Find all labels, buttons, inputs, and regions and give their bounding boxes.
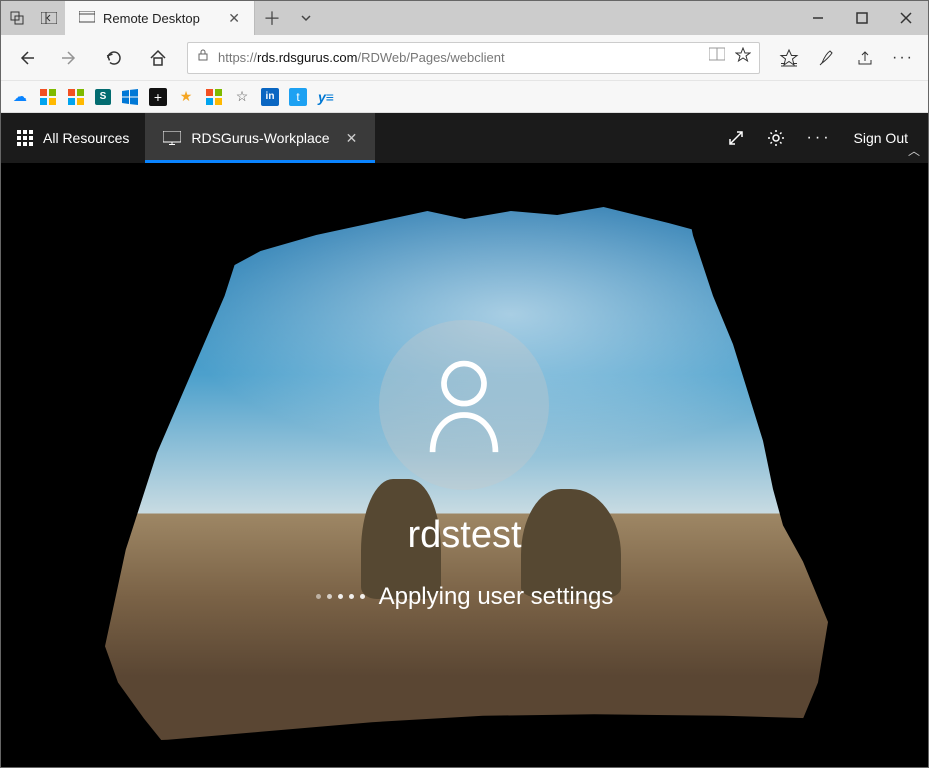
sharepoint-icon[interactable]: S bbox=[95, 89, 111, 105]
close-tab-icon[interactable]: ✕ bbox=[228, 10, 240, 27]
linkedin-icon[interactable]: in bbox=[261, 88, 279, 106]
set-aside-tabs-icon[interactable] bbox=[33, 1, 65, 35]
back-button[interactable] bbox=[7, 43, 45, 73]
app-icon bbox=[79, 10, 95, 26]
more-icon[interactable]: ··· bbox=[884, 43, 922, 73]
home-button[interactable] bbox=[139, 43, 177, 73]
active-session-label: RDSGurus-Workplace bbox=[191, 130, 329, 146]
favorite-star-icon[interactable] bbox=[735, 47, 751, 68]
all-resources-label: All Resources bbox=[43, 130, 129, 146]
forward-button[interactable] bbox=[51, 43, 89, 73]
address-bar-text: https://rds.rdsgurus.com/RDWeb/Pages/web… bbox=[218, 50, 505, 65]
twitter-icon[interactable]: t bbox=[289, 88, 307, 106]
grid-icon bbox=[17, 130, 33, 146]
username-label: rdstest bbox=[316, 514, 614, 557]
tab-overflow-icon[interactable] bbox=[289, 1, 323, 35]
monitor-icon bbox=[163, 131, 181, 145]
loading-dots-icon bbox=[316, 594, 365, 599]
window-maximize-button[interactable] bbox=[840, 1, 884, 35]
plus-box-icon[interactable]: + bbox=[149, 88, 167, 106]
rd-client-header: All Resources RDSGurus-Workplace ✕ ··· S… bbox=[1, 113, 928, 163]
yammer-icon[interactable]: y≡ bbox=[317, 88, 335, 106]
refresh-button[interactable] bbox=[95, 43, 133, 73]
user-avatar bbox=[379, 320, 549, 490]
login-overlay: rdstest Applying user settings bbox=[316, 320, 614, 611]
notes-icon[interactable] bbox=[808, 43, 846, 73]
browser-tab-title: Remote Desktop bbox=[103, 11, 220, 26]
window-title-bar: Remote Desktop ✕ ＋ bbox=[1, 1, 928, 35]
tab-actions-icon[interactable] bbox=[1, 1, 33, 35]
browser-tab-remote-desktop[interactable]: Remote Desktop ✕ bbox=[65, 1, 255, 35]
lock-icon bbox=[196, 48, 212, 67]
address-bar[interactable]: https://rds.rdsgurus.com/RDWeb/Pages/web… bbox=[187, 42, 760, 74]
collapse-chevron-icon[interactable]: ︿ bbox=[908, 142, 920, 159]
windows-icon[interactable] bbox=[121, 88, 139, 106]
more-dots-icon[interactable]: ··· bbox=[807, 129, 832, 147]
window-close-button[interactable] bbox=[884, 1, 928, 35]
star-outline-icon[interactable]: ☆ bbox=[233, 88, 251, 106]
settings-gear-icon[interactable] bbox=[767, 129, 785, 147]
close-session-icon[interactable]: ✕ bbox=[346, 130, 358, 147]
star-icon[interactable]: ★ bbox=[177, 88, 195, 106]
favorites-bar: ☁ S + ★ ☆ in t y≡ bbox=[1, 81, 928, 113]
onedrive-icon[interactable]: ☁ bbox=[11, 88, 29, 106]
login-status-text: Applying user settings bbox=[379, 583, 614, 611]
reading-view-icon[interactable] bbox=[709, 47, 725, 68]
fullscreen-icon[interactable] bbox=[727, 129, 745, 147]
window-minimize-button[interactable] bbox=[796, 1, 840, 35]
active-session-tab[interactable]: RDSGurus-Workplace ✕ bbox=[145, 113, 375, 163]
share-icon[interactable] bbox=[846, 43, 884, 73]
new-tab-button[interactable]: ＋ bbox=[255, 1, 289, 35]
microsoft-icon[interactable] bbox=[67, 88, 85, 106]
windows-tiles-icon[interactable] bbox=[39, 88, 57, 106]
microsoft-alt-icon[interactable] bbox=[205, 88, 223, 106]
browser-toolbar: https://rds.rdsgurus.com/RDWeb/Pages/web… bbox=[1, 35, 928, 81]
remote-session-viewport[interactable]: rdstest Applying user settings bbox=[1, 163, 928, 767]
all-resources-button[interactable]: All Resources bbox=[1, 113, 145, 163]
sign-out-button[interactable]: Sign Out bbox=[854, 130, 908, 146]
favorites-hub-icon[interactable] bbox=[770, 43, 808, 73]
